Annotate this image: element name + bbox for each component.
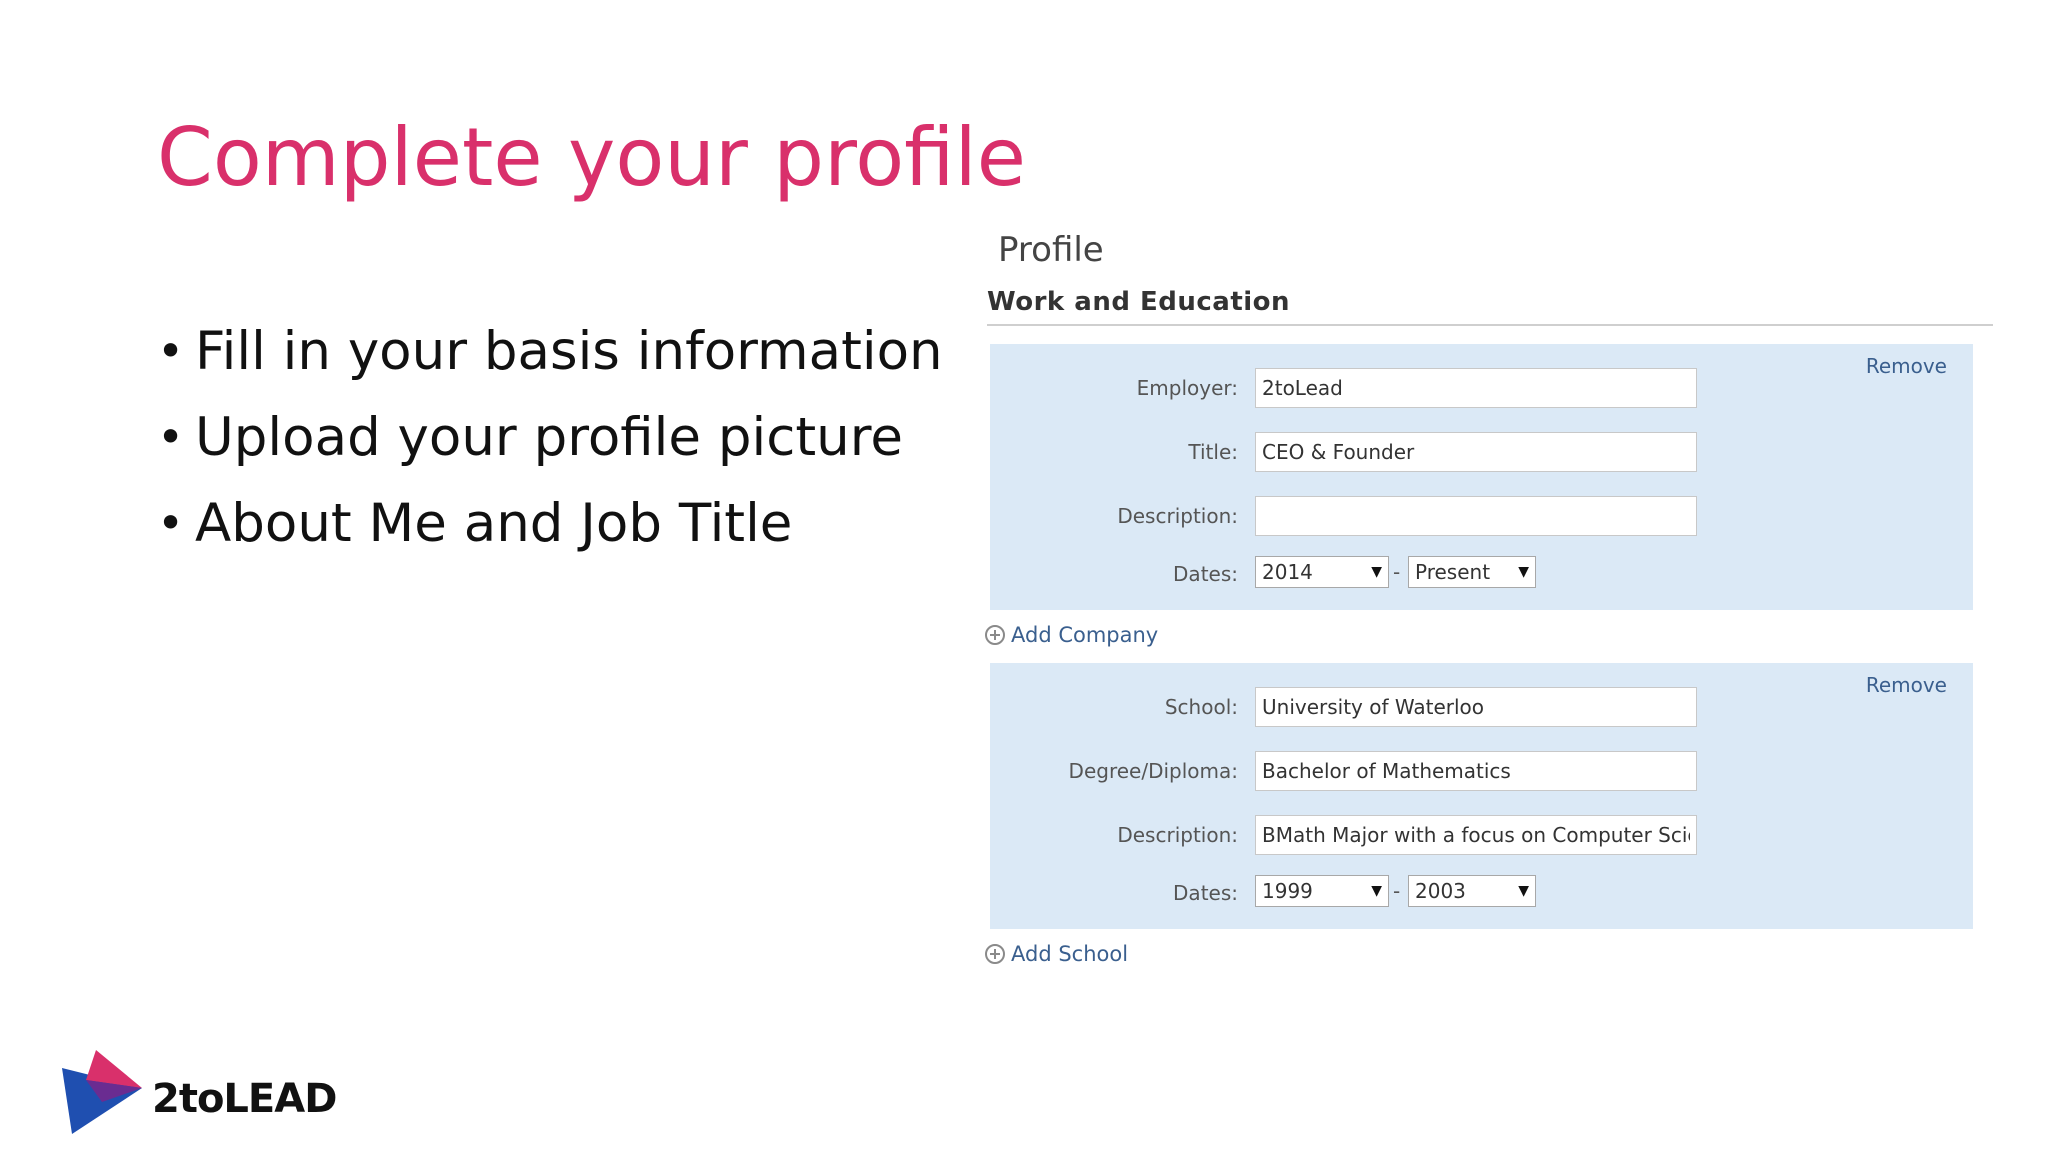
company-entry: Remove Employer: Title: Description: Dat…	[990, 344, 1973, 610]
employer-row: Employer:	[990, 368, 1973, 408]
bullet-item: • About Me and Job Title	[157, 480, 943, 566]
add-school-link[interactable]: Add School	[985, 939, 1128, 969]
description-row: Description:	[990, 496, 1973, 536]
employer-label: Employer:	[1136, 376, 1238, 400]
bullet-list: • Fill in your basis information • Uploa…	[157, 308, 943, 566]
dropdown-arrow-icon: ▼	[1371, 883, 1382, 899]
dates-label: Dates:	[1173, 562, 1238, 586]
title-input[interactable]	[1255, 432, 1697, 472]
bullet-text: Fill in your basis information	[195, 320, 943, 382]
company-logo: 2toLEAD	[62, 1050, 352, 1134]
work-education-heading: Work and Education	[987, 287, 1291, 317]
profile-heading: Profile	[998, 230, 1104, 270]
slide-title: Complete your profile	[157, 111, 1026, 204]
bullet-dot-icon: •	[157, 410, 185, 464]
description-label: Description:	[1117, 823, 1238, 847]
date-separator: -	[1393, 879, 1401, 903]
end-year-value: 2003	[1415, 879, 1466, 903]
school-entry: Remove School: Degree/Diploma: Descripti…	[990, 663, 1973, 929]
school-label: School:	[1164, 695, 1238, 719]
bullet-dot-icon: •	[157, 496, 185, 550]
start-year-select[interactable]: 2014 ▼	[1255, 556, 1389, 588]
bullet-text: About Me and Job Title	[195, 492, 793, 554]
section-divider	[987, 324, 1993, 326]
degree-label: Degree/Diploma:	[1068, 759, 1238, 783]
end-year-select[interactable]: 2003 ▼	[1408, 875, 1536, 907]
add-school-label: Add School	[1011, 942, 1129, 966]
date-separator: -	[1393, 560, 1401, 584]
logo-triangle-icon	[62, 1050, 142, 1134]
school-dates-row: Dates: 1999 ▼ - 2003 ▼	[990, 873, 1973, 913]
degree-row: Degree/Diploma:	[990, 751, 1973, 791]
start-year-value: 1999	[1262, 879, 1313, 903]
title-row: Title:	[990, 432, 1973, 472]
add-circle-icon	[985, 944, 1005, 964]
school-description-row: Description:	[990, 815, 1973, 855]
start-year-select[interactable]: 1999 ▼	[1255, 875, 1389, 907]
add-company-label: Add Company	[1011, 623, 1159, 647]
company-description-input[interactable]	[1255, 496, 1697, 536]
end-year-value: Present	[1415, 560, 1491, 584]
dropdown-arrow-icon: ▼	[1371, 564, 1382, 580]
title-label: Title:	[1188, 440, 1238, 464]
add-company-link[interactable]: Add Company	[985, 620, 1158, 650]
dropdown-arrow-icon: ▼	[1518, 883, 1529, 899]
school-description-input[interactable]	[1255, 815, 1697, 855]
employer-input[interactable]	[1255, 368, 1697, 408]
end-year-select[interactable]: Present ▼	[1408, 556, 1536, 588]
start-year-value: 2014	[1262, 560, 1313, 584]
dates-row: Dates: 2014 ▼ - Present ▼	[990, 554, 1973, 594]
bullet-dot-icon: •	[157, 324, 185, 378]
add-circle-icon	[985, 625, 1005, 645]
logo-wordmark: 2toLEAD	[152, 1076, 337, 1122]
school-input[interactable]	[1255, 687, 1697, 727]
school-row: School:	[990, 687, 1973, 727]
profile-screenshot: Profile Work and Education Remove Employ…	[980, 220, 2000, 990]
dropdown-arrow-icon: ▼	[1518, 564, 1529, 580]
description-label: Description:	[1117, 504, 1238, 528]
bullet-text: Upload your profile picture	[195, 406, 903, 468]
bullet-item: • Upload your profile picture	[157, 394, 943, 480]
degree-input[interactable]	[1255, 751, 1697, 791]
dates-label: Dates:	[1173, 881, 1238, 905]
bullet-item: • Fill in your basis information	[157, 308, 943, 394]
